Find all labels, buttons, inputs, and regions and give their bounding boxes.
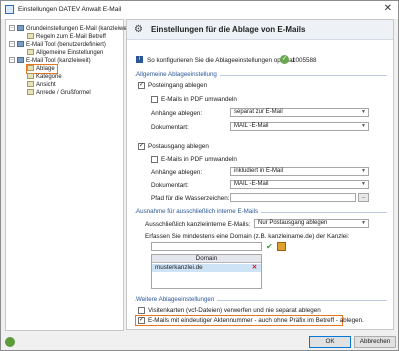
cancel-button[interactable]: Abbrechen	[354, 336, 396, 348]
panel-title: Einstellungen für die Ablage von E-Mails	[151, 25, 306, 34]
ok-button[interactable]: OK	[309, 336, 351, 348]
internal-label: Ausschließlich kanzleiinterne E-Mails:	[145, 221, 251, 228]
domain-table: Domain musterkanzlei.de ✕	[151, 254, 262, 289]
page-icon	[27, 65, 34, 72]
in-doc-select[interactable]: MAIL -E-Mail ▼	[230, 122, 369, 131]
tree-item-tool-kanzlei[interactable]: − E-Mail Tool (kanzleiweit)	[9, 57, 91, 65]
chevron-down-icon: ▼	[361, 168, 366, 174]
chevron-down-icon: ▼	[361, 220, 366, 226]
tree-item-grundeinstellungen[interactable]: − Grundeinstellungen E-Mail (kanzleiweit)	[9, 25, 132, 33]
info-text: So konfigurieren Sie die Ablageeinstellu…	[147, 57, 296, 64]
page-icon	[27, 81, 34, 88]
page-icon	[27, 89, 34, 96]
tree-item-ablage[interactable]: Ablage	[26, 64, 58, 74]
in-pdf-label: E-Mails in PDF umwandeln	[161, 96, 237, 103]
panel-header: ⚙ Einstellungen für die Ablage von E-Mai…	[127, 20, 393, 40]
close-icon[interactable]: ✕	[384, 3, 392, 14]
table-row[interactable]: musterkanzlei.de ✕	[152, 264, 261, 272]
app-icon	[5, 5, 14, 14]
folder-icon	[17, 57, 24, 64]
posteingang-label: Posteingang ablegen	[148, 82, 208, 89]
settings-tree: − Grundeinstellungen E-Mail (kanzleiweit)…	[5, 19, 132, 331]
folder-icon	[17, 41, 24, 48]
chevron-down-icon: ▼	[361, 123, 366, 129]
tree-item-tool-benutzer[interactable]: − E-Mail Tool (benutzerdefiniert)	[9, 41, 106, 49]
aktennummer-checkbox[interactable]: ✓	[138, 317, 145, 324]
vcf-label: Visitenkarten (vcf-Dateien) verwerfen un…	[148, 307, 321, 314]
aktennummer-label: E-Mails mit eindeutiger Aktennummer - au…	[148, 317, 364, 324]
help-icon[interactable]	[5, 337, 15, 347]
info-icon: i	[136, 56, 143, 63]
internal-select[interactable]: Nur Postausgang ablegen ▼	[254, 219, 369, 228]
tree-item-anrede[interactable]: Anrede / Grußformel	[27, 89, 91, 97]
domain-table-header: Domain	[152, 255, 261, 263]
wrench-icon: ⚙	[134, 24, 143, 35]
collapse-icon[interactable]: −	[9, 57, 15, 64]
collapse-icon[interactable]: −	[9, 25, 15, 32]
section-more-title: Weitere Ablageeinstellungen	[136, 296, 218, 303]
chevron-down-icon: ▼	[361, 109, 366, 115]
out-doc-label: Dokumentart:	[151, 182, 189, 189]
out-doc-select[interactable]: MAIL -E-Mail ▼	[230, 180, 369, 189]
tree-item-regeln-betreff[interactable]: Regeln zum E-Mail Betreff	[27, 33, 106, 41]
window-title: Einstellungen DATEV Anwalt E-Mail	[18, 6, 122, 13]
section-internal-title: Ausnahme für ausschließlich interne E-Ma…	[136, 208, 262, 215]
chevron-down-icon: ▼	[361, 181, 366, 187]
vcf-checkbox[interactable]	[138, 307, 145, 314]
out-attach-label: Anhänge ablegen:	[151, 169, 203, 176]
tree-item-kategorie[interactable]: Kategorie	[27, 73, 62, 81]
in-attach-select[interactable]: separat zur E-Mail ▼	[230, 108, 369, 117]
tree-item-allgemeine[interactable]: Allgemeine Einstellungen	[27, 49, 103, 57]
path-input[interactable]	[230, 193, 356, 202]
out-attach-select[interactable]: inkludiert in E-Mail ▼	[230, 167, 369, 176]
out-pdf-label: E-Mails in PDF umwandeln	[161, 156, 237, 163]
page-icon	[27, 73, 34, 80]
postausgang-checkbox[interactable]: ✓	[138, 143, 145, 150]
domain-input[interactable]	[151, 242, 262, 251]
delete-icon[interactable]: ✕	[252, 264, 257, 272]
posteingang-checkbox[interactable]: ✓	[138, 82, 145, 89]
settings-window: Einstellungen DATEV Anwalt E-Mail ✕ − Gru…	[0, 0, 399, 351]
folder-icon	[17, 25, 24, 32]
tree-item-ansicht[interactable]: Ansicht	[27, 81, 56, 89]
add-check-icon[interactable]: ✔	[266, 242, 273, 251]
postausgang-label: Postausgang ablegen	[148, 143, 209, 150]
browse-button[interactable]: ...	[358, 193, 369, 202]
in-doc-label: Dokumentart:	[151, 124, 189, 131]
in-attach-label: Anhänge ablegen:	[151, 110, 203, 117]
title-bar: Einstellungen DATEV Anwalt E-Mail ✕	[1, 1, 398, 19]
section-general-title: Allgemeine Ablageeinstellung	[136, 71, 220, 78]
collapse-icon[interactable]: −	[9, 41, 15, 48]
info-doc-link[interactable]: 1005588	[292, 57, 317, 64]
settings-panel: ⚙ Einstellungen für die Ablage von E-Mai…	[126, 19, 394, 330]
page-icon	[27, 33, 34, 40]
page-icon	[27, 49, 34, 56]
path-label: Pfad für die Wasserzeichen:	[151, 195, 230, 202]
in-pdf-checkbox[interactable]	[151, 96, 158, 103]
out-pdf-checkbox[interactable]	[151, 156, 158, 163]
check-icon: ✓	[280, 55, 289, 64]
remove-icon[interactable]	[277, 242, 286, 251]
domain-hint: Erfassen Sie mindestens eine Domain (z.B…	[145, 233, 350, 240]
